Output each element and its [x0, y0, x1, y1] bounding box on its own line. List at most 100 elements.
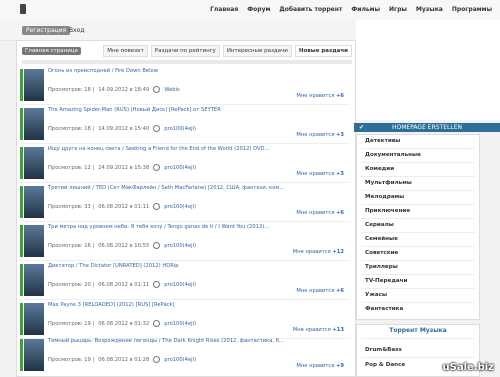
item-title[interactable]: Три метра над уровнем неба: Я тебя хочу …: [48, 224, 348, 230]
like-counter[interactable]: Мне нравится +3: [296, 171, 344, 177]
item-meta: Просмотров: 18 | 14.09.2012 в 15:40 pro1…: [48, 125, 196, 132]
genre-item[interactable]: Семейные: [365, 236, 398, 242]
post-date: 06.08.2012 в 10:55: [98, 242, 150, 249]
item-title[interactable]: Темный рыцарь: Возрождение легенды / The…: [48, 338, 348, 344]
item-meta: Просмотров: 19 | 06.08.2012 в 01:28 pro1…: [48, 356, 196, 363]
genre-item[interactable]: Триллеры: [365, 264, 398, 270]
likes-label: Мне нравится: [296, 93, 335, 99]
genre-item[interactable]: Сериалы: [365, 222, 394, 228]
item-meta: Просмотров: 12 | 24.09.2012 в 15:38 pro1…: [48, 164, 196, 171]
views-count: Просмотров: 12 |: [48, 164, 95, 171]
poster-thumbnail[interactable]: [24, 147, 44, 179]
likes-value: +12: [332, 249, 344, 255]
nav-movies[interactable]: Фильмы: [351, 6, 380, 13]
author-link[interactable]: pro100(4ejl): [164, 243, 196, 249]
nav-software[interactable]: Программы: [452, 6, 492, 13]
genre-item[interactable]: Детективы: [365, 138, 400, 144]
post-date: 06.08.2012 в 01:11: [98, 203, 150, 210]
list-header: [22, 60, 352, 64]
item-title[interactable]: Диктатор / The Dictator [UNRATED] (2012)…: [48, 263, 348, 269]
genre-item[interactable]: Мультфильмы: [365, 180, 412, 186]
genre-list: Детективы Документальные Комедии Мультфи…: [356, 134, 480, 320]
views-count: Просмотров: 19 |: [48, 320, 95, 327]
music-item[interactable]: Drum&Bass: [365, 347, 402, 353]
author-link[interactable]: pro100(4ejl): [164, 357, 196, 363]
genre-item[interactable]: Фантастика: [365, 306, 403, 312]
likes-label: Мне нравится: [292, 249, 331, 255]
status-bar: [20, 186, 23, 218]
status-bar: [20, 108, 23, 140]
likes-label: Мне нравится: [296, 210, 335, 216]
poster-thumbnail[interactable]: [24, 186, 44, 218]
list-item: Темный рыцарь: Возрождение легенды / The…: [20, 337, 350, 375]
genre-item[interactable]: Мелодрамы: [365, 194, 404, 200]
clock-icon: [153, 281, 161, 288]
divider: [361, 148, 475, 149]
register-button[interactable]: Регистрация: [22, 26, 71, 35]
post-date: 06.08.2012 в 01:28: [98, 356, 150, 363]
item-meta: Просмотров: 16 | 06.08.2012 в 10:55 pro1…: [48, 242, 196, 249]
list-item: Третий лишний / TED (Сет МакФарлейн / Se…: [20, 184, 350, 222]
tab-lucky[interactable]: Мне повезет: [103, 45, 148, 57]
item-title[interactable]: The Amazing Spider-Man (RUS) (Новый Диск…: [48, 107, 348, 113]
genre-item[interactable]: Советские: [365, 250, 398, 256]
divider: [361, 288, 475, 289]
like-counter[interactable]: Мне нравится +6: [296, 210, 344, 216]
nav-games[interactable]: Игры: [389, 6, 407, 13]
list-item: The Amazing Spider-Man (RUS) (Новый Диск…: [20, 106, 350, 144]
like-counter[interactable]: Мне нравится +6: [296, 93, 344, 99]
nav-forum[interactable]: Форум: [247, 6, 270, 13]
genre-item[interactable]: Ужасы: [365, 292, 387, 298]
genre-item[interactable]: Приключение: [365, 208, 410, 214]
list-item: Три метра над уровнем неба: Я тебя хочу …: [20, 223, 350, 261]
poster-thumbnail[interactable]: [24, 303, 44, 335]
music-item[interactable]: Pop & Dance: [365, 362, 405, 368]
likes-value: +6: [336, 210, 344, 216]
poster-thumbnail[interactable]: [24, 108, 44, 140]
genre-item[interactable]: TV-Передачи: [365, 278, 407, 284]
like-counter[interactable]: Мне нравится +9: [296, 363, 344, 369]
clock-icon: [153, 242, 161, 249]
nav-add-torrent[interactable]: Добавить торрент: [279, 6, 342, 13]
status-bar: [20, 69, 23, 101]
post-date: 14.09.2012 в 15:40: [98, 125, 150, 132]
author-link[interactable]: pro100(4ejl): [164, 321, 196, 327]
homepage-banner[interactable]: ✔ HOMEPAGE ERSTELLEN: [354, 123, 500, 132]
item-title[interactable]: Ищу друга на конец света / Seeking a Fri…: [48, 146, 348, 152]
author-link[interactable]: pro100(4ejl): [164, 165, 196, 171]
like-counter[interactable]: Мне нравится +6: [296, 288, 344, 294]
tab-by-rating[interactable]: Раздачи по рейтингу: [150, 45, 220, 57]
item-title[interactable]: Огонь из преисподней / Fire Down Below: [48, 68, 348, 74]
poster-thumbnail[interactable]: [24, 264, 44, 296]
likes-label: Мне нравится: [296, 363, 335, 369]
like-counter[interactable]: Мне нравится +3: [296, 132, 344, 138]
clock-icon: [153, 203, 161, 210]
tab-interesting[interactable]: Интересные раздачи: [222, 45, 292, 57]
views-count: Просмотров: 20 |: [48, 281, 95, 288]
nav-home[interactable]: Главная: [210, 6, 238, 13]
like-counter[interactable]: Мне нравится +12: [293, 249, 344, 255]
clock-icon: [153, 356, 161, 363]
item-title[interactable]: Третий лишний / TED (Сет МакФарлейн / Se…: [48, 185, 348, 191]
logo-icon[interactable]: [20, 4, 26, 14]
like-counter[interactable]: Мне нравится +13: [293, 327, 344, 333]
poster-thumbnail[interactable]: [24, 225, 44, 257]
divider: [361, 190, 475, 191]
poster-thumbnail[interactable]: [24, 339, 44, 371]
login-link[interactable]: Вход: [69, 27, 85, 34]
genre-item[interactable]: Документальные: [365, 152, 421, 158]
nav-music[interactable]: Музыка: [416, 6, 443, 13]
tab-new[interactable]: Новые раздачи: [294, 45, 352, 57]
genre-item[interactable]: Комедии: [365, 166, 394, 172]
item-title[interactable]: Max Payne 3 [RELOADED] (2012) [RUS] [ReP…: [48, 302, 348, 308]
author-link[interactable]: pro100(4ejl): [164, 204, 196, 210]
likes-label: Мне нравится: [296, 132, 335, 138]
post-date: 06.08.2012 в 01:11: [98, 281, 150, 288]
author-link[interactable]: Webis: [164, 87, 179, 93]
music-panel-title[interactable]: Торрент Музыка: [357, 327, 479, 334]
author-link[interactable]: pro100(4ejl): [164, 126, 196, 132]
tab-home[interactable]: Главная страница: [22, 47, 81, 55]
poster-thumbnail[interactable]: [24, 69, 44, 101]
item-meta: Просмотров: 18 | 14.09.2012 в 18:49 Webi…: [48, 86, 180, 93]
author-link[interactable]: pro100(4ejl): [164, 282, 196, 288]
